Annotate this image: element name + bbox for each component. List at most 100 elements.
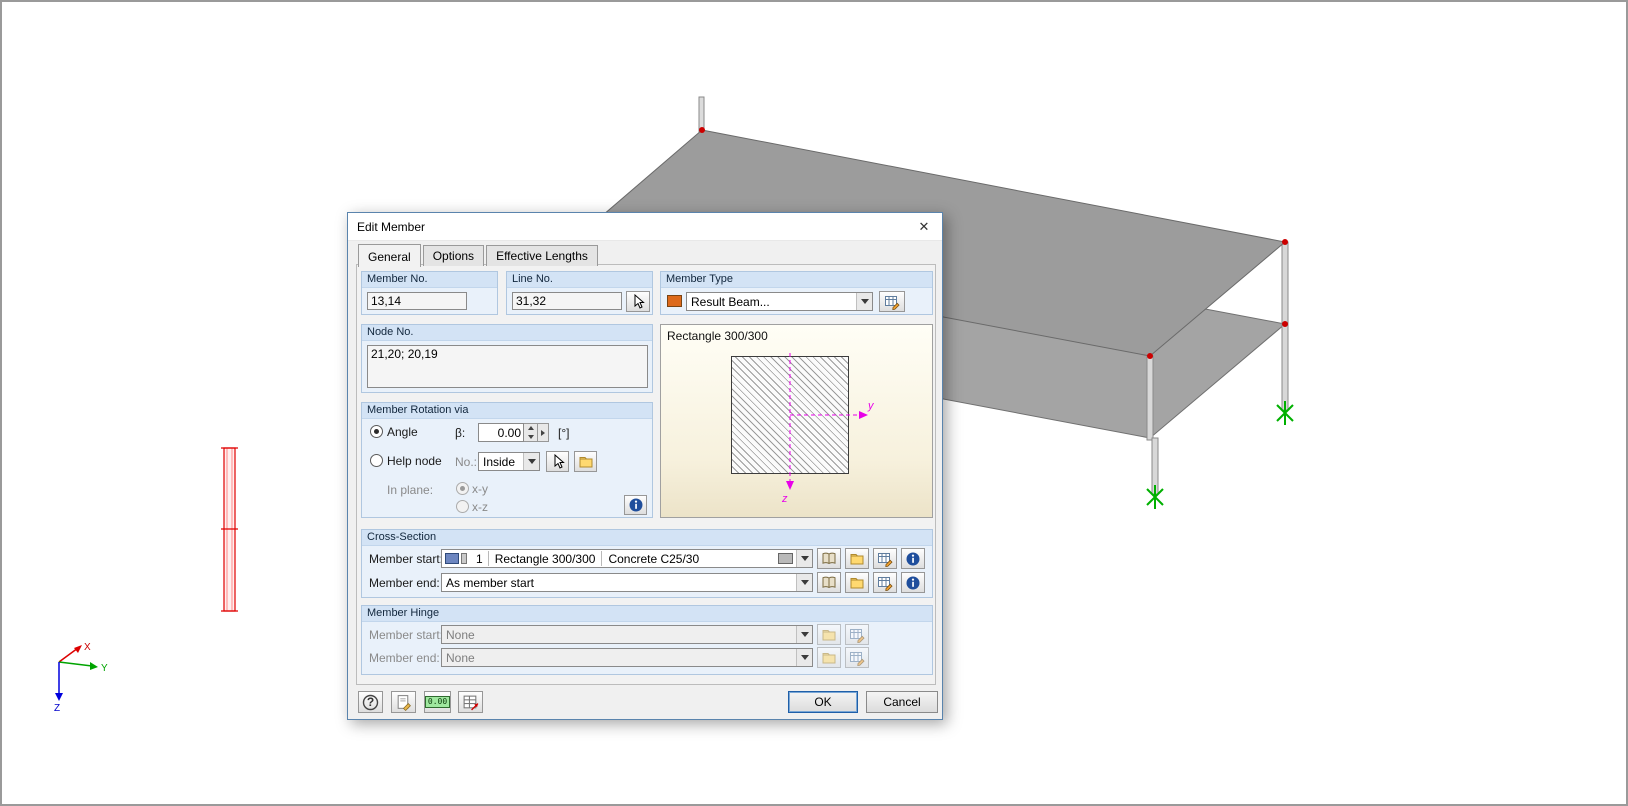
plane-xy-radio[interactable]: [456, 482, 469, 495]
tab-effective-lengths[interactable]: Effective Lengths: [486, 245, 598, 266]
axis-x-label: X: [84, 642, 91, 653]
member-type-color-swatch: [667, 295, 682, 307]
column[interactable]: [1146, 355, 1154, 441]
member-end-section-combo[interactable]: As member start: [441, 573, 813, 592]
section-number: 1: [476, 551, 483, 566]
section-info-button[interactable]: [901, 548, 925, 569]
section-axes: y z: [781, 353, 875, 505]
edit-table-icon: [885, 295, 900, 310]
material-color-swatch: [778, 553, 793, 564]
group-member-type: Member Type Result Beam...: [660, 271, 933, 315]
section-info-button[interactable]: [901, 572, 925, 593]
spinner-buttons[interactable]: [524, 423, 538, 442]
beta-label: β:: [455, 426, 466, 440]
edit-section-button[interactable]: [873, 572, 897, 593]
new-hinge-button[interactable]: [817, 647, 841, 668]
group-member-no: Member No.: [361, 271, 498, 315]
cancel-button-label: Cancel: [883, 695, 921, 709]
edit-section-button[interactable]: [873, 548, 897, 569]
rotation-info-button[interactable]: [624, 495, 647, 515]
dialog-titlebar[interactable]: Edit Member ✕: [348, 213, 942, 241]
member-no-input[interactable]: [367, 292, 467, 310]
group-line-no: Line No.: [506, 271, 653, 315]
angle-unit-label: [°]: [558, 426, 570, 440]
new-hinge-button[interactable]: [817, 624, 841, 645]
section-axis-z-label: z: [781, 493, 788, 505]
column[interactable]: [1281, 323, 1289, 411]
support-icon[interactable]: [1146, 485, 1164, 509]
edit-member-type-button[interactable]: [879, 291, 905, 312]
units-settings-button[interactable]: [458, 691, 483, 713]
chevron-down-icon[interactable]: [796, 626, 812, 643]
cross-section-preview: Rectangle 300/300 y z: [660, 324, 933, 518]
line-no-input[interactable]: [512, 292, 622, 310]
chevron-down-icon[interactable]: [796, 550, 812, 567]
member-end-section-value: As member start: [446, 575, 535, 590]
chevron-down-icon[interactable]: [523, 453, 539, 470]
hinge-start-combo[interactable]: None: [441, 625, 813, 644]
rotation-angle-spinbox: [478, 423, 549, 442]
help-node-radio[interactable]: [370, 454, 383, 467]
application-window: X Y Z Edit Member ✕ General Options Effe…: [0, 0, 1628, 806]
column[interactable]: [698, 96, 705, 133]
member-start-section-combo[interactable]: 1 Rectangle 300/300 Concrete C25/30: [441, 549, 813, 568]
help-node-combo[interactable]: Inside: [478, 452, 540, 471]
axis-z-arrow: [786, 481, 794, 490]
member-start-label: Member start:: [369, 552, 444, 566]
column[interactable]: [1281, 241, 1289, 327]
tab-options[interactable]: Options: [422, 245, 485, 266]
pick-line-button[interactable]: [626, 291, 650, 312]
member-type-combo[interactable]: Result Beam...: [686, 292, 873, 311]
plane-xz-radio[interactable]: [456, 500, 469, 513]
cursor-pick-icon: [634, 293, 645, 309]
group-title: Member Hinge: [362, 606, 932, 622]
chevron-down-icon[interactable]: [856, 293, 872, 310]
angle-radio[interactable]: [370, 425, 383, 438]
ok-button[interactable]: OK: [788, 691, 858, 713]
group-node-no: Node No. 21,20; 20,19: [361, 324, 653, 393]
section-library-button[interactable]: [817, 572, 841, 593]
chevron-down-icon[interactable]: [796, 574, 812, 591]
section-axis-y-label: y: [867, 400, 875, 412]
calculator-button[interactable]: 0.00: [424, 691, 451, 713]
library-book-icon: [822, 552, 836, 564]
hinge-end-combo[interactable]: None: [441, 648, 813, 667]
edit-hinge-button[interactable]: [845, 624, 869, 645]
edit-table-icon: [878, 576, 893, 591]
node-no-textarea[interactable]: 21,20; 20,19: [367, 345, 648, 388]
section-shape-swatch: [461, 553, 467, 564]
support-icon[interactable]: [1276, 401, 1294, 425]
help-glyph: ?: [366, 695, 375, 709]
axis-y-arrow: [859, 411, 868, 419]
new-folder-icon: [850, 577, 864, 588]
plane-xy-label: x-y: [472, 482, 488, 496]
close-icon[interactable]: ✕: [909, 216, 939, 238]
chevron-down-icon[interactable]: [796, 649, 812, 666]
group-title: Member No.: [362, 272, 497, 288]
axis-triad: X Y Z: [54, 642, 108, 714]
hinge-start-label: Member start:: [369, 628, 444, 642]
units-table-icon: [463, 695, 479, 710]
hinge-end-label: Member end:: [369, 651, 440, 665]
section-library-button[interactable]: [817, 548, 841, 569]
group-title: Node No.: [362, 325, 652, 341]
rotation-angle-input[interactable]: [478, 423, 524, 442]
new-section-button[interactable]: [845, 548, 869, 569]
detail-arrow-button[interactable]: [538, 423, 549, 442]
help-button[interactable]: ?: [358, 691, 383, 713]
edit-hinge-button[interactable]: [845, 647, 869, 668]
comment-button[interactable]: [391, 691, 416, 713]
member-end-label: Member end:: [369, 576, 440, 590]
info-icon: [629, 498, 642, 512]
new-section-button[interactable]: [845, 572, 869, 593]
section-color-swatch: [445, 553, 459, 564]
group-member-hinge: Member Hinge Member start: None Member e…: [361, 605, 933, 675]
new-node-button[interactable]: [574, 451, 597, 472]
cancel-button[interactable]: Cancel: [866, 691, 938, 713]
tab-general[interactable]: General: [358, 244, 421, 267]
ok-button-label: OK: [814, 695, 832, 709]
selected-member[interactable]: [221, 447, 238, 612]
pick-node-button[interactable]: [546, 451, 569, 472]
help-node-value: Inside: [483, 454, 516, 469]
info-icon: [906, 552, 920, 565]
